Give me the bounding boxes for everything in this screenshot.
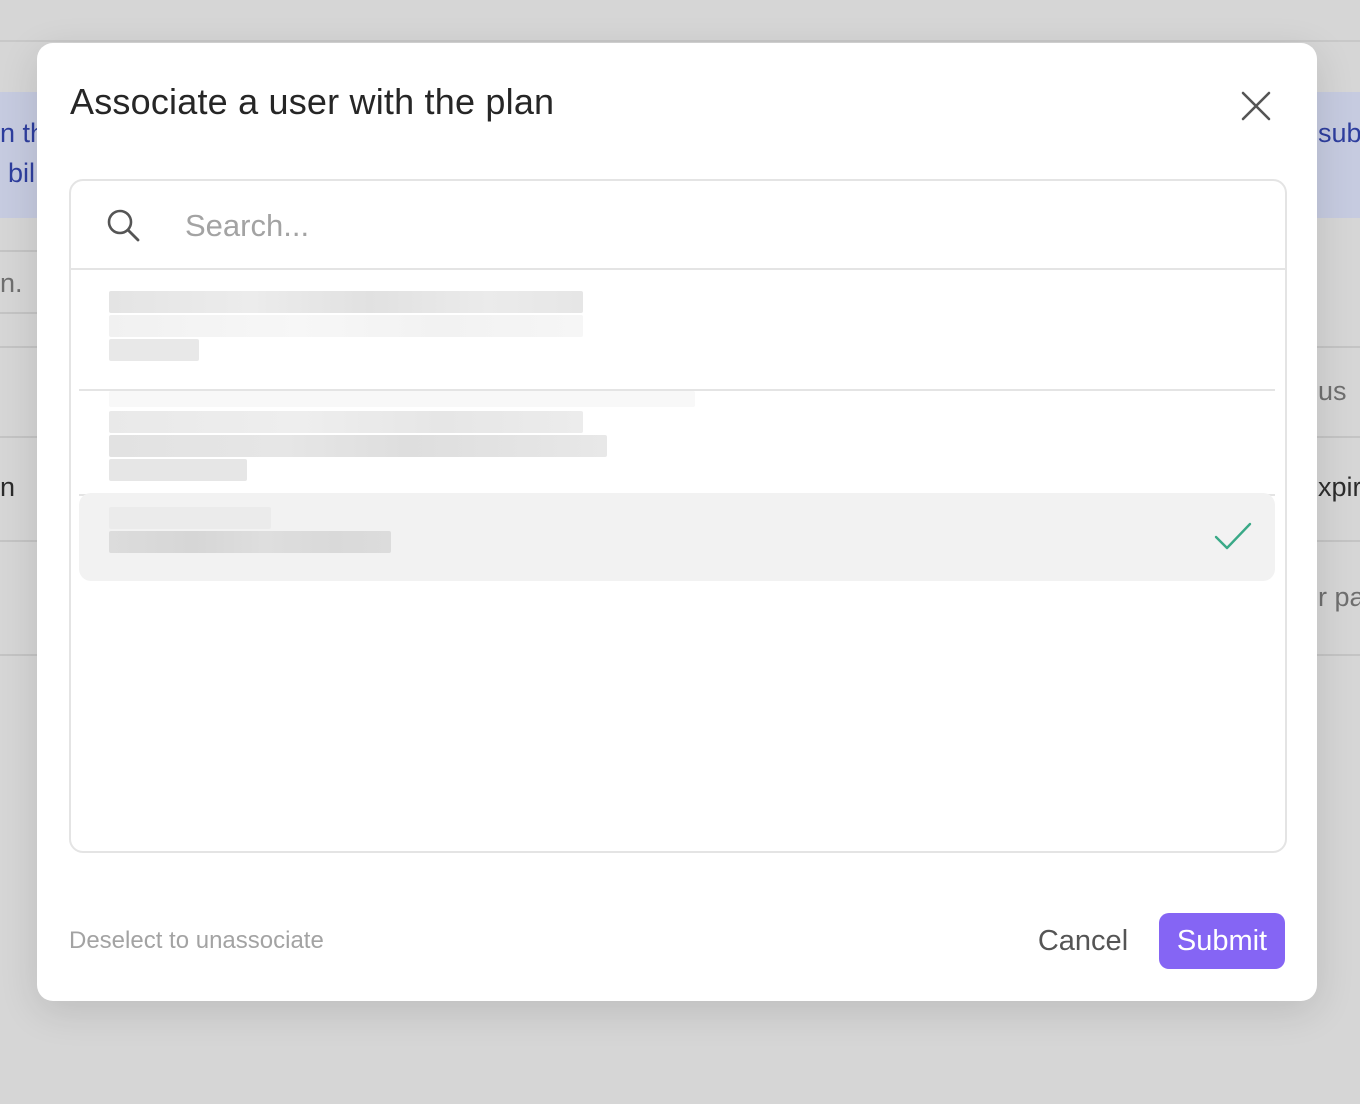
user-select-list (69, 179, 1287, 853)
background-divider (0, 436, 37, 438)
background-text: sub (1318, 118, 1360, 148)
background-divider (0, 540, 37, 542)
close-icon (1241, 91, 1271, 121)
deselect-hint: Deselect to unassociate (69, 927, 324, 954)
cancel-button[interactable]: Cancel (1013, 913, 1153, 969)
background-divider (1317, 346, 1360, 348)
redacted-user-id (109, 459, 247, 481)
search-input[interactable] (183, 197, 1247, 255)
user-option[interactable] (79, 277, 1275, 389)
background-text: n. (0, 268, 23, 298)
submit-button[interactable]: Submit (1159, 913, 1285, 969)
background-text: bil (8, 158, 36, 188)
redacted-user-name (109, 507, 271, 529)
background-info-banner (1317, 92, 1360, 218)
background-divider (0, 250, 37, 252)
redacted-user-name (109, 291, 583, 313)
background-text: n (0, 472, 16, 502)
redacted-user-email (109, 531, 391, 553)
background-divider (1317, 436, 1360, 438)
background-text: r pa (1318, 582, 1360, 612)
check-icon (1214, 522, 1252, 550)
search-icon (107, 209, 140, 242)
redacted-user-email (109, 435, 607, 457)
redacted-row (109, 391, 695, 407)
background-divider (1317, 540, 1360, 542)
dialog-title: Associate a user with the plan (70, 81, 555, 122)
user-option[interactable] (79, 391, 1275, 493)
associate-user-dialog: Associate a user with the plan Search...… (37, 43, 1317, 1001)
background-text: xpir (1318, 472, 1360, 502)
redacted-user-id (109, 339, 199, 361)
redacted-user-name (109, 411, 583, 433)
background-divider (0, 312, 37, 314)
redacted-user-email (109, 315, 583, 337)
background-divider (0, 654, 37, 656)
background-text: us (1318, 376, 1347, 406)
user-option-selected[interactable] (79, 493, 1275, 581)
background-header-divider (0, 40, 1360, 42)
background-divider (1317, 654, 1360, 656)
background-divider (0, 346, 37, 348)
close-button[interactable] (1233, 83, 1279, 129)
search-bar (71, 181, 1285, 270)
background-info-banner (0, 92, 37, 218)
